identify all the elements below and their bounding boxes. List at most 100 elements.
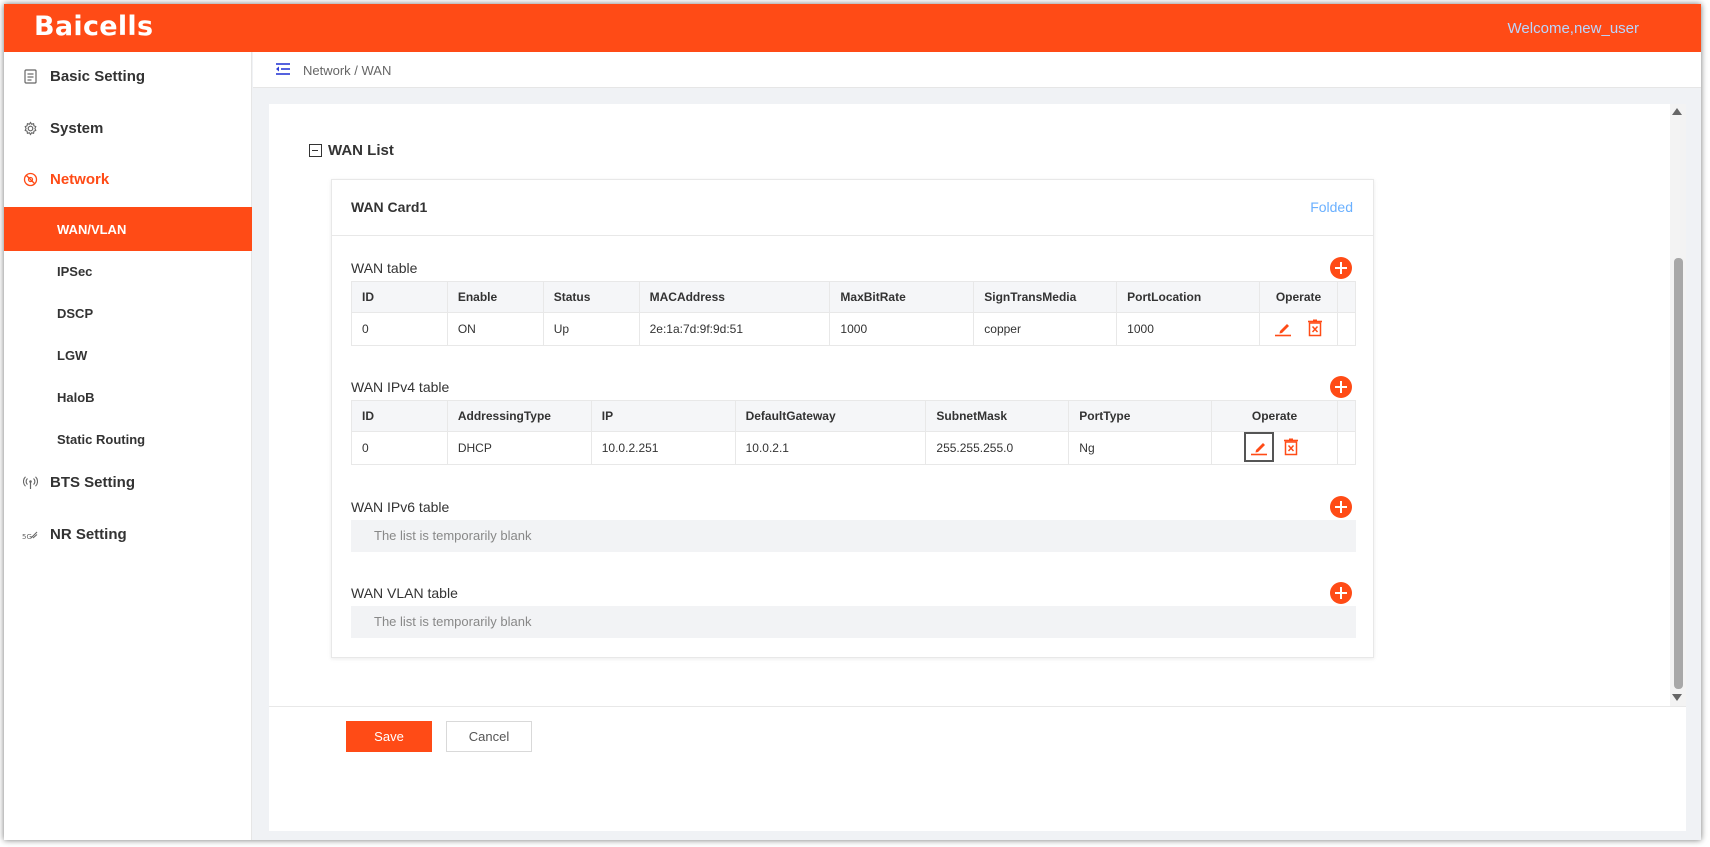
table-header-row: ID Enable Status MACAddress MaxBitRate S… <box>351 281 1357 313</box>
column-header: AddressingType <box>447 400 592 432</box>
column-header: IP <box>591 400 736 432</box>
sidebar-subitem-halob[interactable]: HaloB <box>4 375 252 419</box>
cell-enable: ON <box>447 312 544 346</box>
cell-max-bit-rate: 1000 <box>829 312 975 346</box>
top-bar: Baicells Welcome,new_user <box>4 4 1701 52</box>
cell-id: 0 <box>351 431 448 465</box>
ipv4-table: ID AddressingType IP DefaultGateway Subn… <box>351 400 1357 465</box>
delete-icon[interactable] <box>1282 438 1300 456</box>
cell-operate <box>1259 312 1338 346</box>
sidebar-subitem-static-routing[interactable]: Static Routing <box>4 417 252 461</box>
column-header: ID <box>351 281 448 313</box>
scroll-up-arrow-icon[interactable] <box>1672 108 1682 115</box>
cell-mac-address: 2e:1a:7d:9f:9d:51 <box>639 312 831 346</box>
column-header: SubnetMask <box>925 400 1070 432</box>
add-ipv6-button[interactable] <box>1330 496 1352 518</box>
network-icon <box>22 171 38 187</box>
sidebar-item-label: Basic Setting <box>50 67 146 85</box>
column-header: DefaultGateway <box>735 400 927 432</box>
sidebar-subitem-wan-vlan[interactable]: WAN/VLAN <box>4 207 252 251</box>
svg-text:5G: 5G <box>22 533 32 541</box>
scrollbar-thumb[interactable] <box>1674 258 1683 689</box>
sidebar-item-label: Network <box>50 170 110 188</box>
cell-default-gateway: 10.0.2.1 <box>735 431 927 465</box>
sidebar-item-label: System <box>50 119 104 137</box>
cell-id: 0 <box>351 312 448 346</box>
cell-operate <box>1211 431 1338 465</box>
delete-icon[interactable] <box>1306 319 1324 337</box>
card-header: WAN Card1 Folded <box>332 180 1373 236</box>
card-title: WAN Card1 <box>351 199 428 215</box>
vertical-scrollbar[interactable] <box>1670 104 1686 706</box>
column-header: SignTransMedia <box>973 281 1118 313</box>
column-header: Status <box>543 281 640 313</box>
sidebar-item-basic-setting[interactable]: Basic Setting <box>4 56 252 96</box>
main-content: WAN List WAN Card1 Folded WAN table ID E… <box>269 104 1686 831</box>
vlan-empty-message: The list is temporarily blank <box>351 606 1356 638</box>
add-ipv4-button[interactable] <box>1330 376 1352 398</box>
sidebar-subitem-ipsec[interactable]: IPSec <box>4 249 252 293</box>
column-header: Operate <box>1211 400 1338 432</box>
menu-collapse-icon[interactable] <box>275 62 291 76</box>
cell-subnet-mask: 255.255.255.0 <box>925 431 1070 465</box>
add-wan-button[interactable] <box>1330 257 1352 279</box>
column-header: Operate <box>1259 281 1338 313</box>
logo: Baicells <box>34 11 154 42</box>
ipv6-empty-message: The list is temporarily blank <box>351 520 1356 552</box>
cancel-button[interactable]: Cancel <box>446 721 532 752</box>
gear-icon <box>22 120 38 136</box>
sidebar-subitem-dscp[interactable]: DSCP <box>4 291 252 335</box>
sidebar-item-label: BTS Setting <box>50 473 135 491</box>
column-spacer <box>1337 312 1357 346</box>
column-header: PortLocation <box>1116 281 1261 313</box>
app-window: Baicells Welcome,new_user Basic Setting … <box>4 4 1701 840</box>
save-button[interactable]: Save <box>346 721 432 752</box>
cell-status: Up <box>543 312 640 346</box>
cell-port-type: Ng <box>1068 431 1213 465</box>
column-header: ID <box>351 400 448 432</box>
cell-port-location: 1000 <box>1116 312 1261 346</box>
fold-toggle-link[interactable]: Folded <box>1310 199 1353 215</box>
table-row: 0 ON Up 2e:1a:7d:9f:9d:51 1000 copper 10… <box>351 312 1357 346</box>
add-vlan-button[interactable] <box>1330 582 1352 604</box>
column-header: MaxBitRate <box>829 281 975 313</box>
sidebar-item-network[interactable]: Network <box>4 159 252 199</box>
breadcrumb: Network / WAN <box>303 63 392 78</box>
column-spacer <box>1337 400 1357 432</box>
ipv6-table-label: WAN IPv6 table <box>351 499 450 515</box>
5g-icon: 5G <box>22 526 38 542</box>
vlan-table-label: WAN VLAN table <box>351 585 458 601</box>
cell-ip: 10.0.2.251 <box>591 431 736 465</box>
wan-card: WAN Card1 Folded WAN table ID Enable Sta… <box>331 179 1374 658</box>
column-header: MACAddress <box>639 281 831 313</box>
form-footer: Save Cancel <box>269 706 1686 831</box>
sidebar-item-label: NR Setting <box>50 525 127 543</box>
edit-icon[interactable] <box>1243 431 1274 462</box>
column-spacer <box>1337 431 1357 465</box>
section-title: WAN List <box>328 142 394 159</box>
wan-table-label: WAN table <box>351 260 418 276</box>
column-header: Enable <box>447 281 544 313</box>
column-spacer <box>1337 281 1357 313</box>
scroll-area: WAN List WAN Card1 Folded WAN table ID E… <box>269 104 1686 706</box>
collapse-minus-icon[interactable] <box>309 144 322 157</box>
cell-sign-trans-media: copper <box>973 312 1118 346</box>
sidebar-item-nr-setting[interactable]: 5G NR Setting <box>4 514 252 554</box>
sidebar-item-system[interactable]: System <box>4 108 252 148</box>
column-header: PortType <box>1068 400 1213 432</box>
breadcrumb-bar: Network / WAN <box>253 52 1701 88</box>
scroll-down-arrow-icon[interactable] <box>1672 694 1682 701</box>
sidebar-item-bts-setting[interactable]: BTS Setting <box>4 462 252 502</box>
table-header-row: ID AddressingType IP DefaultGateway Subn… <box>351 400 1357 432</box>
ipv4-table-label: WAN IPv4 table <box>351 379 450 395</box>
sidebar-subitem-lgw[interactable]: LGW <box>4 333 252 377</box>
table-row: 0 DHCP 10.0.2.251 10.0.2.1 255.255.255.0… <box>351 431 1357 465</box>
sidebar: Basic Setting System Network WAN/VLAN IP… <box>4 52 252 840</box>
cell-addressing-type: DHCP <box>447 431 592 465</box>
antenna-icon <box>22 474 38 490</box>
document-icon <box>22 68 38 84</box>
wan-table: ID Enable Status MACAddress MaxBitRate S… <box>351 281 1357 346</box>
edit-icon[interactable] <box>1274 319 1292 337</box>
wan-list-toggle[interactable]: WAN List <box>309 142 394 159</box>
welcome-user[interactable]: Welcome,new_user <box>1508 20 1639 37</box>
